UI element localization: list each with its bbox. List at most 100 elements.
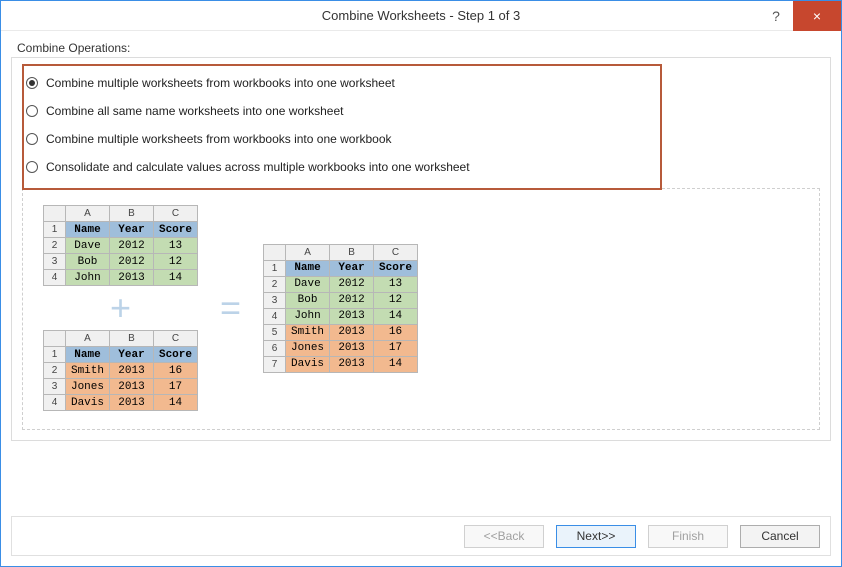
data-cell: 17 [154, 379, 198, 395]
header-cell: Score [374, 260, 418, 276]
col-letter: A [286, 244, 330, 260]
row-number: 4 [44, 270, 66, 286]
data-cell: 14 [374, 308, 418, 324]
col-letter: C [154, 206, 198, 222]
corner-cell [44, 331, 66, 347]
group-label: Combine Operations: [11, 41, 831, 55]
header-cell: Name [66, 347, 110, 363]
data-cell: 14 [154, 270, 198, 286]
data-cell: 2013 [110, 270, 154, 286]
data-cell: Bob [66, 254, 110, 270]
row-number: 6 [264, 340, 286, 356]
preview-table-1: ABC 1NameYearScore 2Dave201213 3Bob201212 4J… [43, 205, 198, 286]
row-number: 2 [264, 276, 286, 292]
col-letter: B [110, 331, 154, 347]
row-number: 1 [264, 260, 286, 276]
option-label: Combine all same name worksheets into on… [46, 104, 343, 118]
data-cell: John [286, 308, 330, 324]
window-controls: ? × [759, 1, 841, 30]
close-button[interactable]: × [793, 1, 841, 31]
row-number: 2 [44, 363, 66, 379]
radio-icon[interactable] [26, 161, 38, 173]
row-number: 1 [44, 347, 66, 363]
data-cell: 16 [374, 324, 418, 340]
header-cell: Name [66, 222, 110, 238]
next-button[interactable]: Next>> [556, 525, 636, 548]
preview-left-column: ABC1NameYearScore2Dave2012133Bob2012124J… [43, 205, 198, 411]
col-letter: A [66, 206, 110, 222]
preview-result-table: ABC 1NameYearScore 2Dave201213 3Bob201212 4J… [263, 244, 418, 373]
col-letter: C [374, 244, 418, 260]
row-number: 3 [264, 292, 286, 308]
row-number: 4 [264, 308, 286, 324]
data-cell: 14 [374, 356, 418, 372]
footer: <<Back Next>> Finish Cancel [11, 516, 831, 556]
row-number: 2 [44, 238, 66, 254]
data-cell: Davis [66, 395, 110, 411]
radio-icon[interactable] [26, 105, 38, 117]
row-number: 4 [44, 395, 66, 411]
data-cell: 12 [154, 254, 198, 270]
data-cell: 2012 [330, 276, 374, 292]
data-cell: John [66, 270, 110, 286]
data-cell: 2013 [110, 395, 154, 411]
cancel-button[interactable]: Cancel [740, 525, 820, 548]
data-cell: 16 [154, 363, 198, 379]
data-cell: 14 [154, 395, 198, 411]
header-cell: Year [110, 222, 154, 238]
data-cell: Dave [66, 238, 110, 254]
row-number: 3 [44, 254, 66, 270]
data-cell: 2013 [330, 324, 374, 340]
data-cell: 2013 [330, 340, 374, 356]
header-cell: Year [330, 260, 374, 276]
back-button: <<Back [464, 525, 544, 548]
data-cell: 13 [374, 276, 418, 292]
option-label: Combine multiple worksheets from workboo… [46, 132, 392, 146]
option-label: Combine multiple worksheets from workboo… [46, 76, 395, 90]
combine-option-3[interactable]: Consolidate and calculate values across … [26, 160, 816, 174]
header-cell: Score [154, 347, 198, 363]
corner-cell [264, 244, 286, 260]
data-cell: 17 [374, 340, 418, 356]
header-cell: Score [154, 222, 198, 238]
data-cell: 2012 [110, 254, 154, 270]
corner-cell [44, 206, 66, 222]
plus-symbol: + [110, 290, 131, 326]
preview-table-2: ABC1NameYearScore2Smith2013163Jones20131… [43, 330, 198, 411]
radio-icon[interactable] [26, 77, 38, 89]
header-cell: Year [110, 347, 154, 363]
data-cell: 13 [154, 238, 198, 254]
col-letter: A [66, 331, 110, 347]
data-cell: 2013 [110, 379, 154, 395]
data-cell: Jones [286, 340, 330, 356]
data-cell: Davis [286, 356, 330, 372]
data-cell: 12 [374, 292, 418, 308]
window-title: Combine Worksheets - Step 1 of 3 [1, 8, 841, 23]
data-cell: Smith [66, 363, 110, 379]
col-letter: B [110, 206, 154, 222]
data-cell: 2013 [330, 356, 374, 372]
header-cell: Name [286, 260, 330, 276]
radio-icon[interactable] [26, 133, 38, 145]
help-button[interactable]: ? [759, 1, 793, 31]
data-cell: Dave [286, 276, 330, 292]
equals-symbol: = [220, 290, 241, 326]
data-cell: 2013 [330, 308, 374, 324]
combine-option-1[interactable]: Combine all same name worksheets into on… [26, 104, 816, 118]
finish-button: Finish [648, 525, 728, 548]
row-number: 3 [44, 379, 66, 395]
content-area: Combine Operations: Combine multiple wor… [1, 31, 841, 441]
option-label: Consolidate and calculate values across … [46, 160, 470, 174]
data-cell: Smith [286, 324, 330, 340]
col-letter: C [154, 331, 198, 347]
data-cell: 2012 [330, 292, 374, 308]
data-cell: 2012 [110, 238, 154, 254]
data-cell: Bob [286, 292, 330, 308]
data-cell: 2013 [110, 363, 154, 379]
combine-option-0[interactable]: Combine multiple worksheets from workboo… [26, 76, 816, 90]
row-number: 5 [264, 324, 286, 340]
row-number: 1 [44, 222, 66, 238]
col-letter: B [330, 244, 374, 260]
combine-option-2[interactable]: Combine multiple worksheets from workboo… [26, 132, 816, 146]
preview-area: ABC1NameYearScore2Dave2012133Bob2012124J… [22, 188, 820, 430]
